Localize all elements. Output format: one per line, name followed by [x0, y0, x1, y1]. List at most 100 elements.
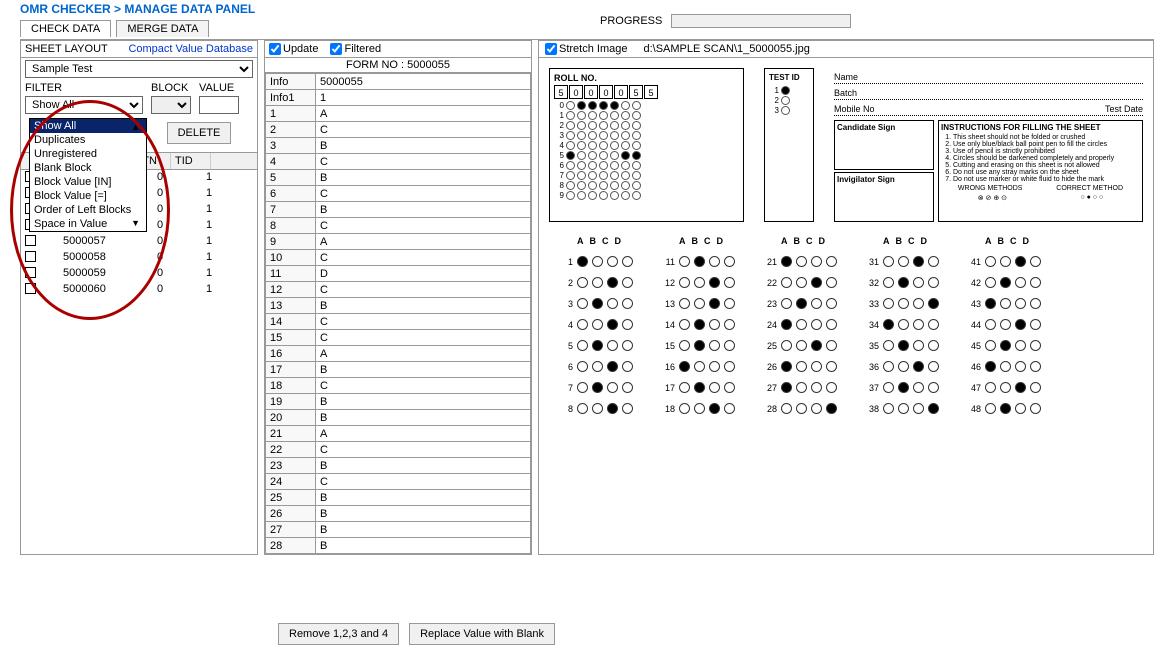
breadcrumb: OMR CHECKER > MANAGE DATA PANEL [0, 0, 1174, 18]
grid-key: Info1 [266, 90, 316, 106]
grid-value[interactable]: 1 [316, 90, 531, 106]
grid-key: 9 [266, 234, 316, 250]
sheet-layout-label: SHEET LAYOUT [25, 43, 108, 55]
grid-key: 6 [266, 186, 316, 202]
grid-value[interactable]: C [316, 218, 531, 234]
answer-row: 25 [763, 340, 837, 351]
invigilator-sign-box: Invigilator Sign [834, 172, 934, 222]
grid-key: 1 [266, 106, 316, 122]
grid-key: 21 [266, 426, 316, 442]
answer-row: 47 [967, 382, 1041, 393]
grid-value[interactable]: C [316, 474, 531, 490]
grid-value[interactable]: B [316, 138, 531, 154]
answer-row: 17 [661, 382, 735, 393]
right-panel: Stretch Image d:\SAMPLE SCAN\1_5000055.j… [538, 40, 1154, 555]
grid-value[interactable]: C [316, 250, 531, 266]
filter-option[interactable]: Duplicates [30, 133, 146, 147]
answer-row: 23 [763, 298, 837, 309]
stretch-checkbox[interactable]: Stretch Image [545, 43, 627, 55]
grid-value[interactable]: 5000055 [316, 74, 531, 90]
replace-blank-button[interactable]: Replace Value with Blank [409, 623, 555, 645]
grid-key: 23 [266, 458, 316, 474]
grid-value[interactable]: A [316, 346, 531, 362]
filter-option[interactable]: Block Value [=] [30, 189, 146, 203]
grid-value[interactable]: C [316, 330, 531, 346]
filter-option[interactable]: Unregistered [30, 147, 146, 161]
update-checkbox[interactable]: Update [269, 43, 318, 55]
answer-row: 42 [967, 277, 1041, 288]
answer-row: 31 [865, 256, 939, 267]
answer-row: 4 [559, 319, 633, 330]
answer-row: 22 [763, 277, 837, 288]
grid-key: 28 [266, 538, 316, 554]
grid-value[interactable]: A [316, 106, 531, 122]
answer-row: 37 [865, 382, 939, 393]
grid-key: 25 [266, 490, 316, 506]
grid-value[interactable]: C [316, 314, 531, 330]
answer-row: 15 [661, 340, 735, 351]
grid-value[interactable]: B [316, 170, 531, 186]
answer-row: 14 [661, 319, 735, 330]
filter-option[interactable]: Order of Left Blocks [30, 203, 146, 217]
grid-value[interactable]: B [316, 298, 531, 314]
answer-row: 5 [559, 340, 633, 351]
tree-row[interactable]: 500005701 [21, 234, 257, 250]
grid-value[interactable]: B [316, 362, 531, 378]
grid-key: 17 [266, 362, 316, 378]
answer-row: 35 [865, 340, 939, 351]
answer-row: 36 [865, 361, 939, 372]
grid-value[interactable]: B [316, 394, 531, 410]
grid-value[interactable]: B [316, 506, 531, 522]
block-select[interactable] [151, 96, 191, 114]
grid-value[interactable]: C [316, 378, 531, 394]
grid-key: 8 [266, 218, 316, 234]
image-path: d:\SAMPLE SCAN\1_5000055.jpg [643, 43, 809, 55]
grid-value[interactable]: A [316, 426, 531, 442]
grid-value[interactable]: B [316, 490, 531, 506]
remove-1234-button[interactable]: Remove 1,2,3 and 4 [278, 623, 399, 645]
filter-option[interactable]: Block Value [IN] [30, 175, 146, 189]
tree-row[interactable]: 500005801 [21, 250, 257, 266]
tab-merge-data[interactable]: MERGE DATA [116, 20, 209, 37]
grid-value[interactable]: C [316, 282, 531, 298]
grid-value[interactable]: C [316, 154, 531, 170]
progress-bar [671, 14, 851, 28]
filtered-checkbox[interactable]: Filtered [330, 43, 381, 55]
value-label: VALUE [199, 82, 239, 94]
answer-row: 18 [661, 403, 735, 414]
grid-key: 2 [266, 122, 316, 138]
grid-key: 5 [266, 170, 316, 186]
grid-value[interactable]: B [316, 202, 531, 218]
answer-row: 32 [865, 277, 939, 288]
grid-value[interactable]: D [316, 266, 531, 282]
value-input[interactable] [199, 96, 239, 114]
layout-select[interactable]: Sample Test [25, 60, 253, 78]
grid-key: 3 [266, 138, 316, 154]
answer-row: 3 [559, 298, 633, 309]
answer-row: 43 [967, 298, 1041, 309]
answer-row: 16 [661, 361, 735, 372]
grid-value[interactable]: C [316, 122, 531, 138]
filter-option[interactable]: Blank Block [30, 161, 146, 175]
compact-value-link[interactable]: Compact Value Database [128, 43, 253, 55]
tab-check-data[interactable]: CHECK DATA [20, 20, 111, 37]
answer-row: 8 [559, 403, 633, 414]
data-grid: Info5000055Info111A2C3B4C5B6C7B8C9A10C11… [265, 73, 531, 554]
tree-row[interactable]: 500005901 [21, 266, 257, 282]
grid-key: 7 [266, 202, 316, 218]
grid-value[interactable]: B [316, 410, 531, 426]
grid-value[interactable]: B [316, 458, 531, 474]
omr-image-preview: ROLL NO. 5000055 0123456789 TEST ID 123 … [539, 58, 1153, 554]
tree-row[interactable]: 500006001 [21, 282, 257, 298]
grid-key: 4 [266, 154, 316, 170]
answer-row: 44 [967, 319, 1041, 330]
delete-button[interactable]: DELETE [167, 122, 232, 144]
grid-value[interactable]: A [316, 234, 531, 250]
grid-value[interactable]: B [316, 538, 531, 554]
filter-label: FILTER [25, 82, 143, 94]
grid-value[interactable]: C [316, 442, 531, 458]
grid-value[interactable]: C [316, 186, 531, 202]
filter-select[interactable]: Show All [25, 96, 143, 114]
answer-row: 33 [865, 298, 939, 309]
grid-value[interactable]: B [316, 522, 531, 538]
